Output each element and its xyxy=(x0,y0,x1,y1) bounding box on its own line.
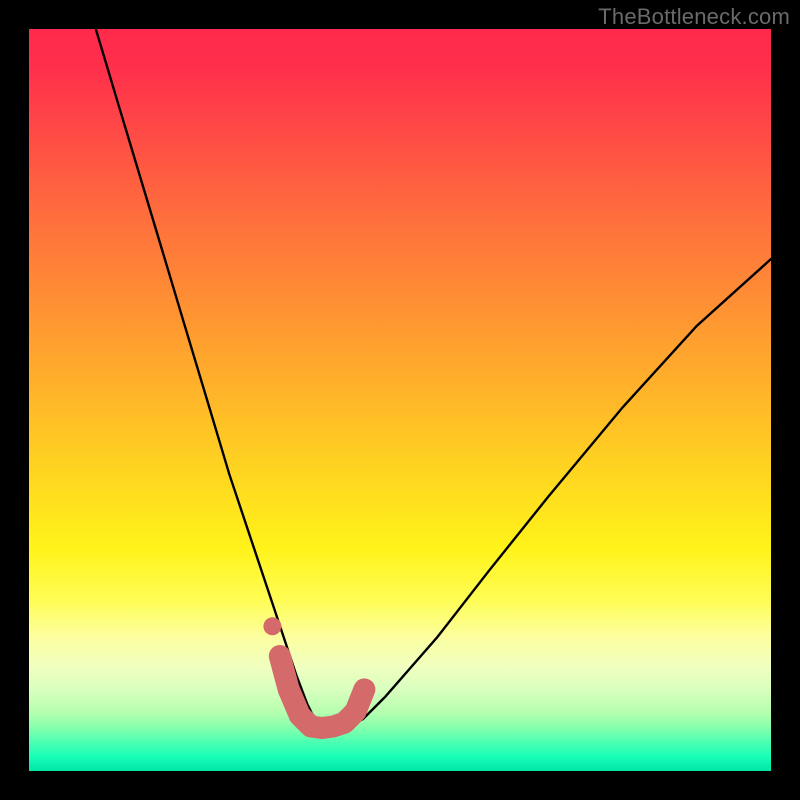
watermark-text: TheBottleneck.com xyxy=(598,4,790,30)
highlight-dot xyxy=(263,617,281,635)
chart-svg xyxy=(29,29,771,771)
chart-plot-area xyxy=(29,29,771,771)
bottleneck-curve xyxy=(96,29,771,727)
highlight-segment xyxy=(280,656,365,728)
